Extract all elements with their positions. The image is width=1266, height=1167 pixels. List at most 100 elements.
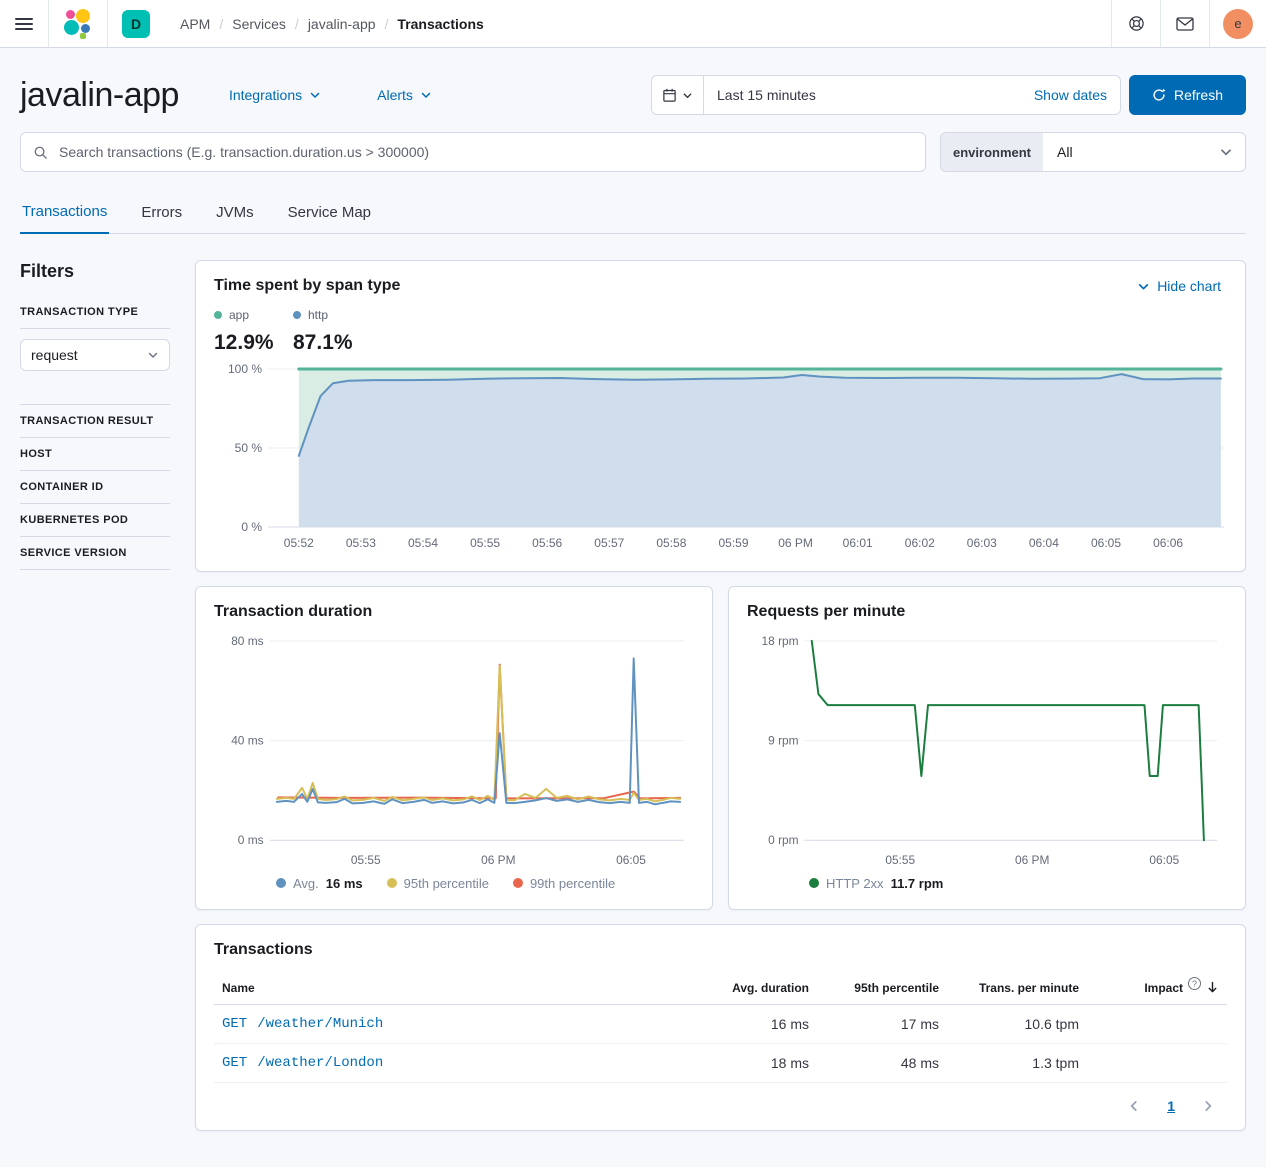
filters-sidebar: Filters TRANSACTION TYPE request TRANSAC… [20, 260, 170, 1131]
legend-95th-percentile[interactable]: 95th percentile [387, 876, 489, 891]
tab-jvms[interactable]: JVMs [214, 194, 256, 233]
filter-container-id[interactable]: CONTAINER ID [20, 481, 170, 493]
legend-app[interactable]: app [214, 308, 293, 322]
svg-text:06 PM: 06 PM [1015, 853, 1049, 867]
integrations-menu[interactable]: Integrations [223, 86, 327, 104]
transaction-duration-card: Transaction duration 0 ms40 ms80 ms05:55… [195, 586, 713, 910]
help-button[interactable] [1112, 0, 1160, 47]
breadcrumb-apm[interactable]: APM [180, 16, 210, 32]
service-tabs: Transactions Errors JVMs Service Map [20, 194, 1246, 234]
tab-transactions[interactable]: Transactions [20, 194, 109, 234]
svg-text:05:55: 05:55 [470, 536, 500, 550]
transaction-duration-title: Transaction duration [214, 603, 694, 621]
impact-help-icon[interactable]: ? [1188, 977, 1201, 990]
svg-text:05:52: 05:52 [284, 536, 314, 550]
svg-text:05:53: 05:53 [346, 536, 376, 550]
transactions-table: Name Avg. duration 95th percentile Trans… [214, 972, 1227, 1083]
refresh-button[interactable]: Refresh [1129, 75, 1246, 115]
next-page-button[interactable] [1195, 1098, 1221, 1114]
svg-text:100 %: 100 % [228, 363, 262, 376]
alerts-menu[interactable]: Alerts [371, 86, 438, 104]
filter-kubernetes-pod[interactable]: KUBERNETES POD [20, 514, 170, 526]
column-avg-duration[interactable]: Avg. duration [732, 981, 809, 995]
span-type-card: Time spent by span type Hide chart app h… [195, 260, 1246, 572]
column-impact[interactable]: Impact ? [1144, 981, 1219, 995]
span-type-chart[interactable]: 0 %50 %100 %05:5205:5305:5405:5505:5605:… [214, 363, 1227, 555]
legend-99th-percentile[interactable]: 99th percentile [513, 876, 615, 891]
column-name[interactable]: Name [222, 981, 699, 995]
avg-value: 16 ms [326, 876, 363, 891]
svg-text:40 ms: 40 ms [231, 734, 263, 748]
search-input[interactable] [57, 143, 913, 161]
newsfeed-button[interactable] [1161, 0, 1209, 47]
service-header: javalin-app Integrations Alerts Last 15 … [20, 75, 1246, 115]
transaction-link-munich[interactable]: GET /weather/Munich [222, 1016, 699, 1032]
http2xx-legend-dot [809, 878, 819, 888]
divider [1209, 0, 1210, 47]
app-legend-dot [214, 311, 222, 319]
page-title: javalin-app [20, 76, 179, 115]
breadcrumb: APM / Services / javalin-app / Transacti… [180, 16, 484, 32]
menu-button[interactable] [0, 0, 48, 47]
svg-text:05:55: 05:55 [351, 853, 381, 867]
filter-host[interactable]: HOST [20, 448, 170, 460]
span-type-title: Time spent by span type [214, 277, 400, 295]
http-percent: 87.1% [293, 331, 1227, 355]
divider [20, 437, 170, 438]
tab-errors[interactable]: Errors [139, 194, 184, 233]
environment-filter[interactable]: environment All [940, 132, 1246, 172]
space-avatar[interactable]: D [122, 10, 150, 38]
svg-text:0 %: 0 % [241, 520, 262, 534]
chevron-down-icon [1137, 280, 1150, 293]
svg-text:06:05: 06:05 [1149, 853, 1179, 867]
pagination: 1 [214, 1098, 1227, 1114]
column-95th-percentile[interactable]: 95th percentile [854, 981, 939, 995]
svg-text:05:57: 05:57 [594, 536, 624, 550]
transaction-link-london[interactable]: GET /weather/London [222, 1055, 699, 1071]
transaction-type-select[interactable]: request [20, 339, 170, 371]
filter-transaction-type[interactable]: TRANSACTION TYPE [20, 306, 170, 318]
previous-page-button[interactable] [1121, 1098, 1147, 1114]
page-number[interactable]: 1 [1167, 1098, 1175, 1114]
svg-text:0 ms: 0 ms [238, 833, 264, 847]
hide-chart-button[interactable]: Hide chart [1131, 277, 1227, 295]
user-avatar[interactable]: e [1223, 9, 1253, 39]
transaction-duration-chart[interactable]: 0 ms40 ms80 ms05:5506 PM06:05 [214, 629, 694, 872]
tab-service-map[interactable]: Service Map [286, 194, 373, 233]
app-percent: 12.9% [214, 331, 293, 355]
elastic-logo[interactable] [63, 9, 93, 39]
column-trans-per-minute[interactable]: Trans. per minute [979, 981, 1079, 995]
filter-transaction-result[interactable]: TRANSACTION RESULT [20, 415, 170, 427]
svg-text:06:04: 06:04 [1029, 536, 1059, 550]
transactions-table-card: Transactions Name Avg. duration 95th per… [195, 924, 1246, 1131]
chevron-down-icon [1219, 145, 1245, 159]
breadcrumb-services[interactable]: Services [232, 16, 286, 32]
avg-legend-dot [276, 878, 286, 888]
chevron-down-icon [309, 89, 321, 101]
calendar-icon [662, 87, 677, 103]
help-icon [1128, 15, 1145, 32]
divider [20, 569, 170, 570]
svg-text:06:05: 06:05 [1091, 536, 1121, 550]
chevron-left-icon [1127, 1099, 1141, 1113]
filter-service-version[interactable]: SERVICE VERSION [20, 547, 170, 559]
calendar-dropdown-button[interactable] [652, 76, 704, 114]
time-range-value[interactable]: Last 15 minutes [704, 87, 1028, 103]
breadcrumb-current: Transactions [397, 16, 483, 32]
svg-text:05:56: 05:56 [532, 536, 562, 550]
legend-http-2xx[interactable]: HTTP 2xx 11.7 rpm [809, 876, 943, 891]
tpm-value: 1.3 tpm [1032, 1055, 1079, 1071]
requests-per-minute-chart[interactable]: 0 rpm9 rpm18 rpm05:5506 PM06:05 [747, 629, 1227, 872]
transaction-search [20, 132, 926, 172]
show-dates-button[interactable]: Show dates [1028, 86, 1120, 104]
divider [20, 328, 170, 329]
svg-text:18 rpm: 18 rpm [762, 634, 799, 648]
svg-text:9 rpm: 9 rpm [768, 734, 798, 748]
requests-per-minute-card: Requests per minute 0 rpm9 rpm18 rpm05:5… [728, 586, 1246, 910]
legend-http[interactable]: http [293, 308, 1227, 322]
breadcrumb-service-name[interactable]: javalin-app [308, 16, 376, 32]
http2xx-value: 11.7 rpm [891, 876, 944, 891]
svg-text:06 PM: 06 PM [481, 853, 515, 867]
legend-avg[interactable]: Avg. 16 ms [276, 876, 363, 891]
p99-legend-dot [513, 878, 523, 888]
